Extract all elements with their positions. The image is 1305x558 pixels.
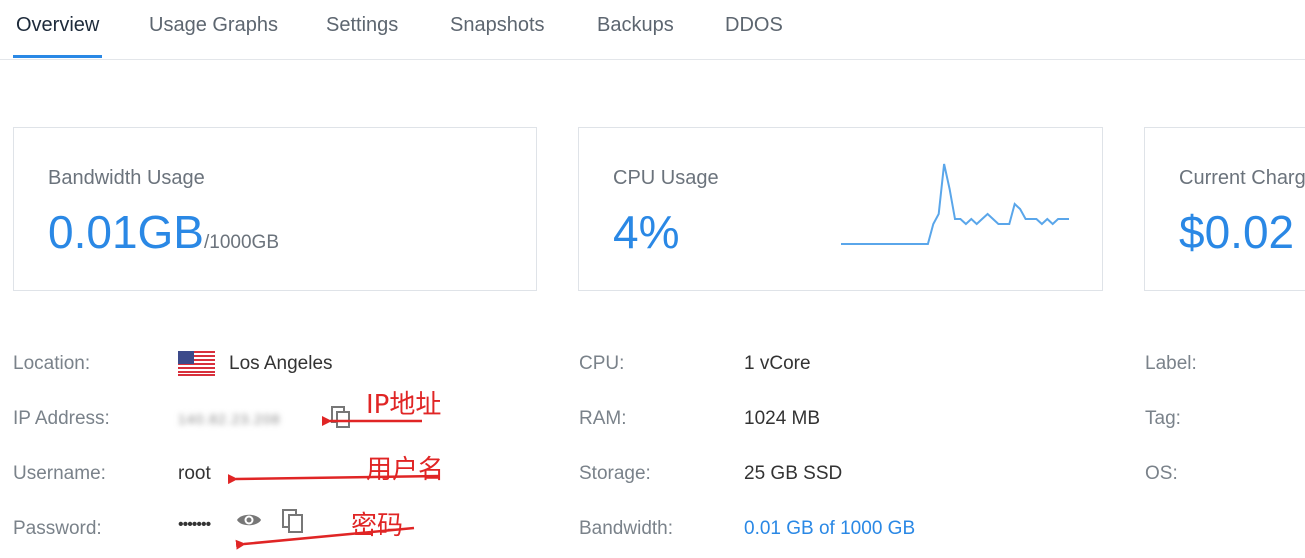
password-label: Password: [13,518,102,539]
copy-password-icon[interactable] [281,508,305,534]
bandwidth-usage-card: Bandwidth Usage 0.01GB/1000GB [13,127,537,291]
os-label: OS: [1145,463,1178,484]
location-value: Los Angeles [229,353,333,374]
tab-backups[interactable]: Backups [597,14,674,37]
copy-ip-icon[interactable] [330,405,352,429]
bandwidth-label: Bandwidth: [579,518,674,539]
current-charges-value: $0.02 [1179,206,1295,258]
tab-settings[interactable]: Settings [326,14,398,37]
active-tab-indicator [13,55,102,58]
tab-bar: Overview Usage Graphs Settings Snapshots… [0,0,1305,60]
username-value: root [178,463,211,484]
cpu-usage-label: CPU Usage [613,167,719,189]
password-value: ••••••• [178,516,211,533]
ip-address-value: 140.82.23.208 [178,411,281,427]
bandwidth-total: /1000GB [204,232,279,253]
current-charges-card: Current Charges $0.02 [1144,127,1305,291]
cpu-label: CPU: [579,353,625,374]
username-label: Username: [13,463,106,484]
tab-usage-graphs[interactable]: Usage Graphs [149,14,278,37]
bandwidth-link[interactable]: 0.01 GB of 1000 GB [744,518,915,540]
current-charges-label: Current Charges [1179,167,1305,189]
storage-value: 25 GB SSD [744,463,843,484]
annotation-username: 用户名 [366,455,445,485]
ram-label: RAM: [579,408,627,429]
ram-value: 1024 MB [744,408,821,429]
bandwidth-usage-label: Bandwidth Usage [48,167,205,189]
ip-address-label: IP Address: [13,408,110,429]
server-label-label: Label: [1145,353,1197,374]
tag-label: Tag: [1145,408,1181,429]
cpu-usage-value: 4% [613,206,680,258]
cpu-value: 1 vCore [744,353,811,374]
tab-ddos[interactable]: DDOS [725,14,783,37]
annotation-password: 密码 [351,511,404,541]
bandwidth-usage-value: 0.01GB/1000GB [48,206,279,269]
annotation-ip: IP地址 [366,390,442,420]
eye-icon[interactable] [236,510,262,530]
cpu-usage-card: CPU Usage 4% [578,127,1103,291]
us-flag-icon [178,351,215,376]
bandwidth-used: 0.01GB [48,206,204,258]
location-label: Location: [13,353,91,374]
storage-label: Storage: [579,463,651,484]
tab-overview[interactable]: Overview [16,14,99,37]
cpu-sparkline [841,163,1069,245]
tab-snapshots[interactable]: Snapshots [450,14,545,37]
cpu-sparkline-line [841,163,1069,245]
